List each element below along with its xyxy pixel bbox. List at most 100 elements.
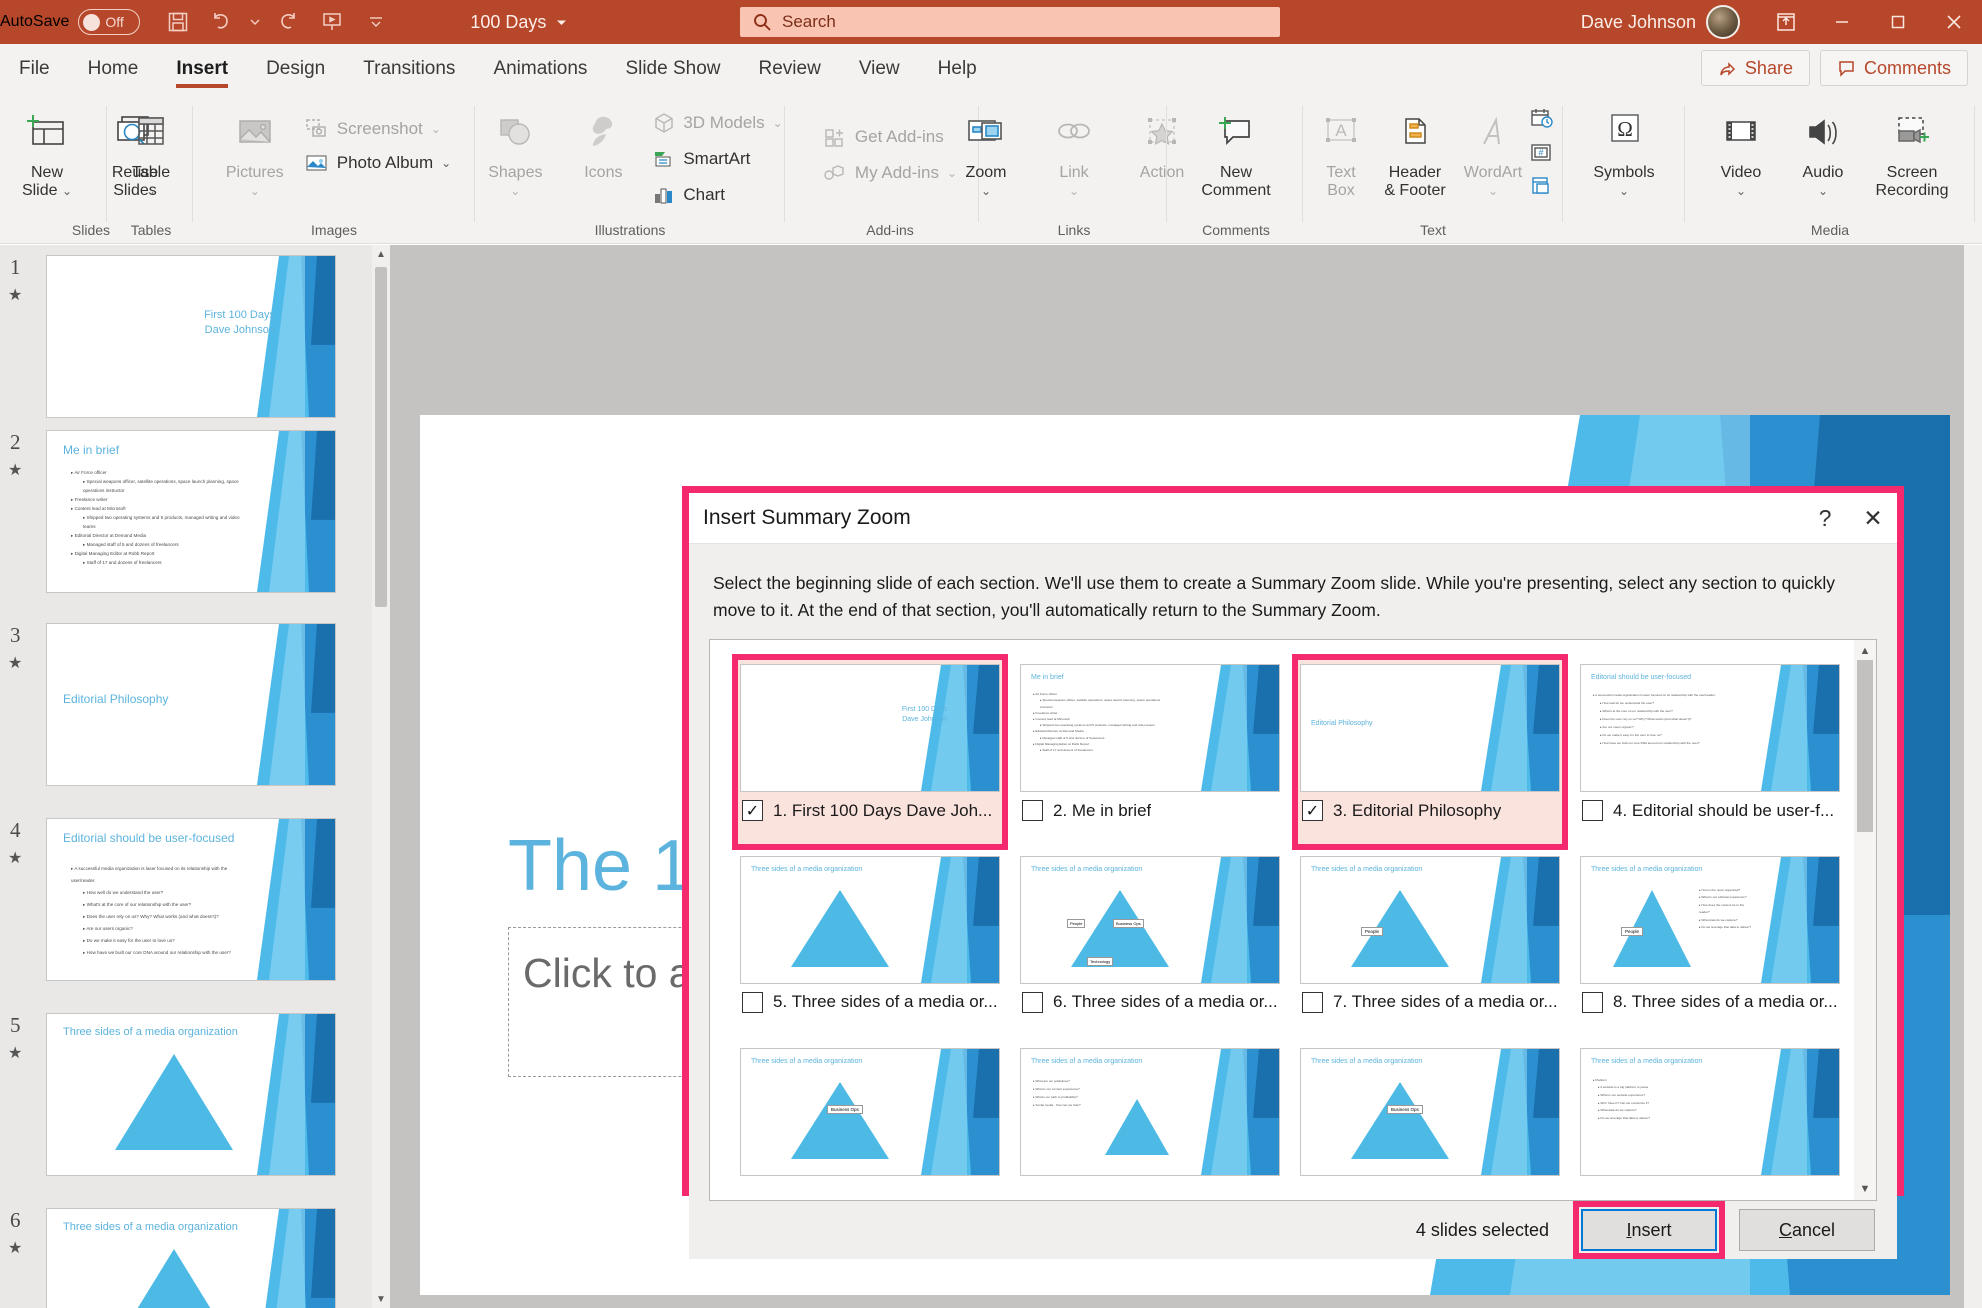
grid-scrollbar-thumb[interactable] [1857,660,1873,832]
symbols-chevron-icon[interactable]: ⌄ [1619,184,1629,198]
symbols-button[interactable]: Ω Symbols⌄ [1570,98,1678,200]
tab-home[interactable]: Home [69,44,158,94]
document-title[interactable]: 100 Days [470,12,568,33]
smartart-button[interactable]: SmartArt [647,142,788,176]
table-button[interactable]: Table⌄ [107,98,195,200]
slide-option-3-checkbox[interactable]: ✓ [1302,800,1323,821]
slide-option-2-checkbox[interactable] [1022,800,1043,821]
slide-option-6[interactable]: Three sides of a media organization Peop… [1014,850,1286,1038]
scroll-up-icon[interactable]: ▲ [372,245,390,263]
slide-option-7-checkbox[interactable] [1302,992,1323,1013]
scroll-down-icon[interactable]: ▼ [372,1290,390,1308]
photo-album-chevron-icon[interactable]: ⌄ [441,156,451,170]
search-box[interactable]: Search [740,7,1280,37]
tab-help[interactable]: Help [919,44,996,94]
slide-thumbnail-4[interactable]: Editorial should be user-focused ▸ A suc… [46,818,336,981]
slide-option-8[interactable]: Three sides of a media organization Peop… [1574,850,1846,1038]
slide-option-3-row[interactable]: ✓ 3. Editorial Philosophy [1300,800,1560,821]
video-button[interactable]: Video⌄ [1700,98,1782,200]
slide-option-4[interactable]: Editorial should be user-focused ▸ A suc… [1574,658,1846,846]
slide-thumbnail-1[interactable]: First 100 Days Dave Johnson [46,255,336,418]
slide-thumbnail-3[interactable]: Editorial Philosophy [46,623,336,786]
slide-option-6-checkbox[interactable] [1022,992,1043,1013]
cancel-button[interactable]: Cancel [1739,1209,1875,1251]
shapes-chevron-icon[interactable]: ⌄ [510,184,520,198]
text-box-button[interactable]: A TextBox [1310,98,1372,200]
slide-option-11[interactable]: Three sides of a media organization Busi… [1294,1042,1566,1201]
wordart-button[interactable]: WordArt⌄ [1458,98,1528,200]
tab-transitions[interactable]: Transitions [344,44,474,94]
slide-thumbnail-panel[interactable]: 1 ★ First 100 Days Dave Johnson 2 ★ Me i… [0,245,372,1308]
tab-animations[interactable]: Animations [474,44,606,94]
3d-models-chevron-icon[interactable]: ⌄ [773,116,783,130]
shapes-button[interactable]: Shapes⌄ [471,98,559,200]
link-chevron-icon[interactable]: ⌄ [1069,184,1079,198]
wordart-chevron-icon[interactable]: ⌄ [1488,184,1498,198]
slide-option-5[interactable]: Three sides of a media organization 5. T… [734,850,1006,1038]
tab-file[interactable]: File [0,44,69,94]
3d-models-button[interactable]: 3D Models ⌄ [647,106,788,140]
slide-thumbnail-2[interactable]: Me in brief ▸ Air Force officer ▸ Specia… [46,430,336,593]
close-icon[interactable] [1926,0,1982,44]
icons-button[interactable]: Icons [559,98,647,182]
slide-option-7-row[interactable]: 7. Three sides of a media or... [1300,992,1560,1013]
avatar[interactable] [1706,5,1740,39]
slide-thumbnail-5[interactable]: Three sides of a media organization [46,1013,336,1176]
zoom-button[interactable]: Zoom⌄ [942,98,1030,200]
scrollbar-thumb[interactable] [375,267,387,607]
minimize-icon[interactable] [1814,0,1870,44]
slide-option-8-row[interactable]: 8. Three sides of a media or... [1580,992,1840,1013]
grid-scrollbar[interactable]: ▲ ▼ [1854,640,1876,1200]
pictures-button[interactable]: Pictures⌄ [211,98,299,200]
grid-scroll-up-icon[interactable]: ▲ [1854,640,1876,662]
slide-thumbnail-6[interactable]: Three sides of a media organization [46,1208,336,1308]
link-button[interactable]: Link⌄ [1030,98,1118,200]
slide-panel-scrollbar[interactable]: ▲ ▼ [372,245,390,1308]
undo-icon[interactable] [200,2,244,42]
slide-option-5-checkbox[interactable] [742,992,763,1013]
screen-recording-button[interactable]: ScreenRecording [1864,98,1960,200]
slide-option-4-row[interactable]: 4. Editorial should be user-f... [1580,800,1840,821]
ribbon-display-options-icon[interactable] [1758,0,1814,44]
comments-button[interactable]: Comments [1820,50,1968,86]
date-and-time-icon[interactable] [1528,106,1556,137]
slide-option-1[interactable]: First 100 Days Dave Johnson ✓ 1. First 1… [734,658,1006,846]
share-button[interactable]: Share [1701,50,1810,86]
tab-insert[interactable]: Insert [157,44,247,94]
tab-view[interactable]: View [840,44,919,94]
new-slide-button[interactable]: New Slide ⌄ [3,98,91,200]
slide-option-10[interactable]: Three sides of a media organization ▸ Wh… [1014,1042,1286,1201]
slide-option-6-row[interactable]: 6. Three sides of a media or... [1020,992,1280,1013]
zoom-chevron-icon[interactable]: ⌄ [981,184,991,198]
redo-icon[interactable] [266,2,310,42]
tab-review[interactable]: Review [740,44,840,94]
slide-option-3[interactable]: Editorial Philosophy ✓ 3. Editorial Phil… [1294,658,1566,846]
header-footer-button[interactable]: Header& Footer [1372,98,1458,200]
maximize-icon[interactable] [1870,0,1926,44]
slide-option-8-checkbox[interactable] [1582,992,1603,1013]
close-icon[interactable]: ✕ [1849,493,1897,543]
save-icon[interactable] [156,2,200,42]
insert-button[interactable]: Insert [1581,1209,1717,1251]
slide-option-7[interactable]: Three sides of a media organization Peop… [1294,850,1566,1038]
undo-dropdown-icon[interactable] [244,2,266,42]
help-icon[interactable]: ? [1801,493,1849,543]
tab-design[interactable]: Design [247,44,344,94]
slide-option-1-checkbox[interactable]: ✓ [742,800,763,821]
table-chevron-icon[interactable]: ⌄ [146,184,156,198]
slide-option-1-row[interactable]: ✓ 1. First 100 Days Dave Joh... [740,800,1000,821]
chart-button[interactable]: Chart [647,178,788,212]
customize-qat-icon[interactable] [354,2,398,42]
slide-option-4-checkbox[interactable] [1582,800,1603,821]
object-icon[interactable] [1528,174,1556,203]
search-input[interactable]: Search [782,12,836,32]
photo-album-button[interactable]: Photo Album ⌄ [299,146,457,180]
slide-option-5-row[interactable]: 5. Three sides of a media or... [740,992,1000,1013]
start-presentation-icon[interactable] [310,2,354,42]
slide-option-12[interactable]: Three sides of a media organization ▸ Pl… [1574,1042,1846,1201]
audio-chevron-icon[interactable]: ⌄ [1818,184,1828,198]
slide-option-2-row[interactable]: 2. Me in brief [1020,800,1280,821]
audio-button[interactable]: Audio⌄ [1782,98,1864,200]
autosave-toggle[interactable]: Off [78,9,140,35]
screenshot-chevron-icon[interactable]: ⌄ [431,122,441,136]
